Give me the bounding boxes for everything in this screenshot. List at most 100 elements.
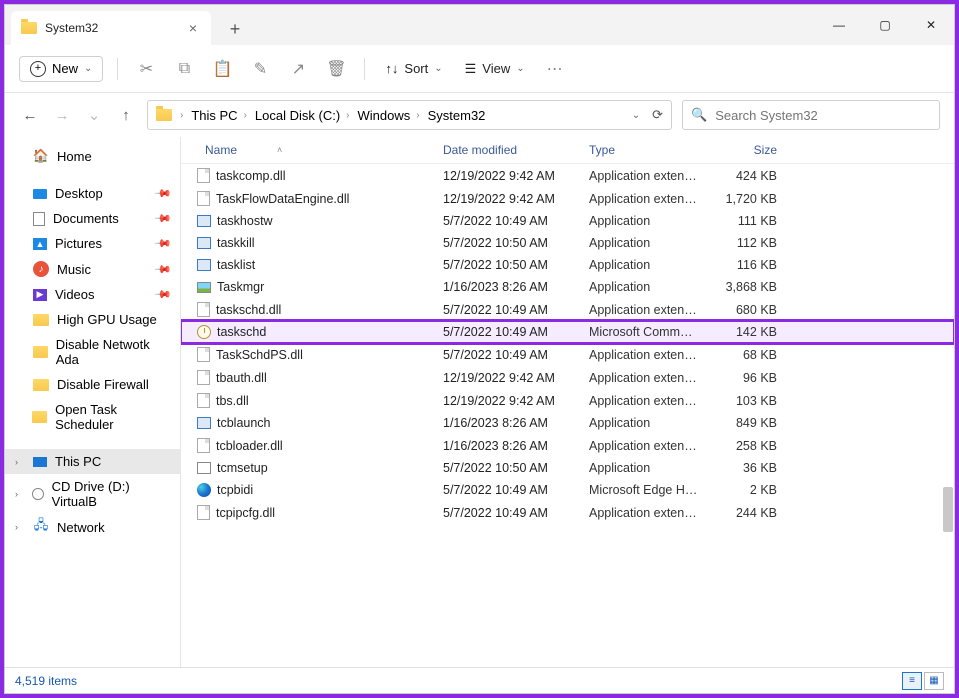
expand-icon[interactable]: › — [15, 522, 25, 532]
chevron-down-icon: ⌄ — [84, 63, 92, 74]
sidebar-item-network[interactable]: ›🖧Network — [5, 514, 180, 540]
sidebar-label: Pictures — [55, 236, 102, 251]
column-header-date[interactable]: Date modified — [443, 143, 589, 157]
file-type: Application — [589, 280, 707, 294]
file-icon — [197, 168, 210, 183]
view-button[interactable]: ☰ View ⌄ — [459, 61, 531, 77]
file-name: tcbloader.dll — [216, 439, 283, 453]
file-row[interactable]: Taskmgr1/16/2023 8:26 AMApplication3,868… — [181, 276, 954, 298]
cut-icon[interactable]: ✂ — [132, 59, 160, 79]
more-icon[interactable]: ⋯ — [541, 59, 569, 79]
sidebar-item-desktop[interactable]: Desktop📌 — [5, 181, 180, 206]
file-row[interactable]: taskschd5/7/2022 10:49 AMMicrosoft Comm…… — [181, 321, 954, 343]
breadcrumb-label: This PC — [191, 108, 237, 123]
thumbnails-view-toggle[interactable]: ▦ — [924, 672, 944, 690]
pictures-icon: ▲ — [33, 238, 47, 250]
file-name: tcblaunch — [217, 416, 271, 430]
sidebar-item-cd-drive[interactable]: ›CD Drive (D:) VirtualB — [5, 474, 180, 514]
file-size: 68 KB — [707, 348, 777, 362]
file-row[interactable]: taskcomp.dll12/19/2022 9:42 AMApplicatio… — [181, 164, 954, 187]
refresh-icon[interactable]: ⟳ — [652, 107, 663, 123]
file-row[interactable]: TaskFlowDataEngine.dll12/19/2022 9:42 AM… — [181, 187, 954, 210]
sidebar-item-this-pc[interactable]: › This PC — [5, 449, 180, 474]
file-name: tbs.dll — [216, 394, 249, 408]
new-button[interactable]: + New ⌄ — [19, 56, 103, 82]
file-date: 5/7/2022 10:49 AM — [443, 506, 589, 520]
file-row[interactable]: TaskSchdPS.dll5/7/2022 10:49 AMApplicati… — [181, 343, 954, 366]
sort-button[interactable]: ↑↓ Sort ⌄ — [379, 61, 448, 76]
expand-icon[interactable]: › — [15, 489, 24, 499]
sidebar-item-pictures[interactable]: ▲Pictures📌 — [5, 231, 180, 256]
file-row[interactable]: tcpipcfg.dll5/7/2022 10:49 AMApplication… — [181, 501, 954, 524]
rename-icon[interactable]: ✎ — [246, 59, 274, 79]
file-name: taskschd — [217, 325, 266, 339]
pin-icon: 📌 — [154, 285, 173, 304]
breadcrumb-bar[interactable]: › This PC› Local Disk (C:)› Windows› Sys… — [147, 100, 672, 130]
pin-icon: 📌 — [154, 209, 173, 228]
file-row[interactable]: taskschd.dll5/7/2022 10:49 AMApplication… — [181, 298, 954, 321]
close-window-button[interactable]: ✕ — [908, 5, 954, 45]
disc-icon — [32, 488, 43, 500]
content-area: 🏠 Home Desktop📌 Documents📌 ▲ Pictures 📌 ♪M… — [5, 137, 954, 667]
sidebar-item-folder[interactable]: Open Task Scheduler — [5, 397, 180, 437]
file-type: Microsoft Edge H… — [589, 483, 707, 497]
search-input[interactable] — [715, 108, 931, 123]
column-header-size[interactable]: Size — [707, 143, 777, 157]
sidebar-item-folder[interactable]: Disable Firewall — [5, 372, 180, 397]
chevron-down-icon: ⌄ — [434, 63, 442, 74]
sidebar-item-music[interactable]: ♪Music📌 — [5, 256, 180, 282]
breadcrumb-segment[interactable]: Windows› — [358, 108, 420, 123]
active-tab[interactable]: System32 × — [11, 11, 211, 45]
search-box[interactable]: 🔍 — [682, 100, 940, 130]
file-row[interactable]: tcpbidi5/7/2022 10:49 AMMicrosoft Edge H… — [181, 479, 954, 501]
sidebar-item-documents[interactable]: Documents📌 — [5, 206, 180, 231]
file-row[interactable]: tbs.dll12/19/2022 9:42 AMApplication ext… — [181, 389, 954, 412]
sidebar-item-videos[interactable]: ▶Videos📌 — [5, 282, 180, 307]
close-tab-icon[interactable]: × — [189, 20, 197, 36]
back-button[interactable]: ← — [19, 107, 41, 124]
sidebar-label: This PC — [55, 454, 101, 469]
file-name: TaskFlowDataEngine.dll — [216, 192, 349, 206]
file-type: Application exten… — [589, 303, 707, 317]
file-type: Application — [589, 461, 707, 475]
file-row[interactable]: tasklist5/7/2022 10:50 AMApplication116 … — [181, 254, 954, 276]
file-row[interactable]: taskhostw5/7/2022 10:49 AMApplication111… — [181, 210, 954, 232]
history-dropdown[interactable]: ⌄ — [83, 106, 105, 124]
breadcrumb-segment[interactable]: System32 — [428, 108, 486, 123]
expand-icon[interactable]: › — [15, 457, 25, 467]
column-header-type[interactable]: Type — [589, 143, 707, 157]
maximize-button[interactable]: ▢ — [862, 5, 908, 45]
file-date: 5/7/2022 10:49 AM — [443, 325, 589, 339]
column-header-name[interactable]: Name˄ — [193, 143, 443, 157]
file-row[interactable]: tbauth.dll12/19/2022 9:42 AMApplication … — [181, 366, 954, 389]
share-icon[interactable]: ↗ — [284, 59, 312, 79]
file-size: 424 KB — [707, 169, 777, 183]
file-name: tcmsetup — [217, 461, 268, 475]
minimize-button[interactable]: — — [816, 5, 862, 45]
details-view-toggle[interactable]: ≡ — [902, 672, 922, 690]
file-icon — [197, 325, 211, 339]
sidebar-item-folder[interactable]: High GPU Usage — [5, 307, 180, 332]
paste-icon[interactable]: 📋 — [208, 59, 236, 79]
file-row[interactable]: taskkill5/7/2022 10:50 AMApplication112 … — [181, 232, 954, 254]
chevron-down-icon[interactable]: ⌄ — [632, 110, 640, 121]
breadcrumb-segment[interactable]: Local Disk (C:)› — [255, 108, 350, 123]
breadcrumb-segment[interactable]: This PC› — [191, 108, 247, 123]
sidebar-item-folder[interactable]: Disable Netwotk Ada — [5, 332, 180, 372]
up-button[interactable]: ↑ — [115, 107, 137, 124]
network-icon: 🖧 — [33, 519, 49, 535]
file-type: Application exten… — [589, 394, 707, 408]
file-row[interactable]: tcmsetup5/7/2022 10:50 AMApplication36 K… — [181, 457, 954, 479]
document-icon — [33, 212, 45, 226]
file-row[interactable]: tcbloader.dll1/16/2023 8:26 AMApplicatio… — [181, 434, 954, 457]
new-tab-button[interactable]: + — [219, 19, 251, 40]
scrollbar-thumb[interactable] — [943, 487, 953, 532]
file-name: taskcomp.dll — [216, 169, 285, 183]
file-date: 5/7/2022 10:50 AM — [443, 461, 589, 475]
delete-icon[interactable]: 🗑 — [322, 59, 350, 79]
file-row[interactable]: tcblaunch1/16/2023 8:26 AMApplication849… — [181, 412, 954, 434]
sidebar-item-home[interactable]: 🏠 Home — [5, 143, 180, 169]
file-date: 12/19/2022 9:42 AM — [443, 371, 589, 385]
copy-icon[interactable]: ⧉ — [170, 60, 198, 78]
forward-button[interactable]: → — [51, 107, 73, 124]
